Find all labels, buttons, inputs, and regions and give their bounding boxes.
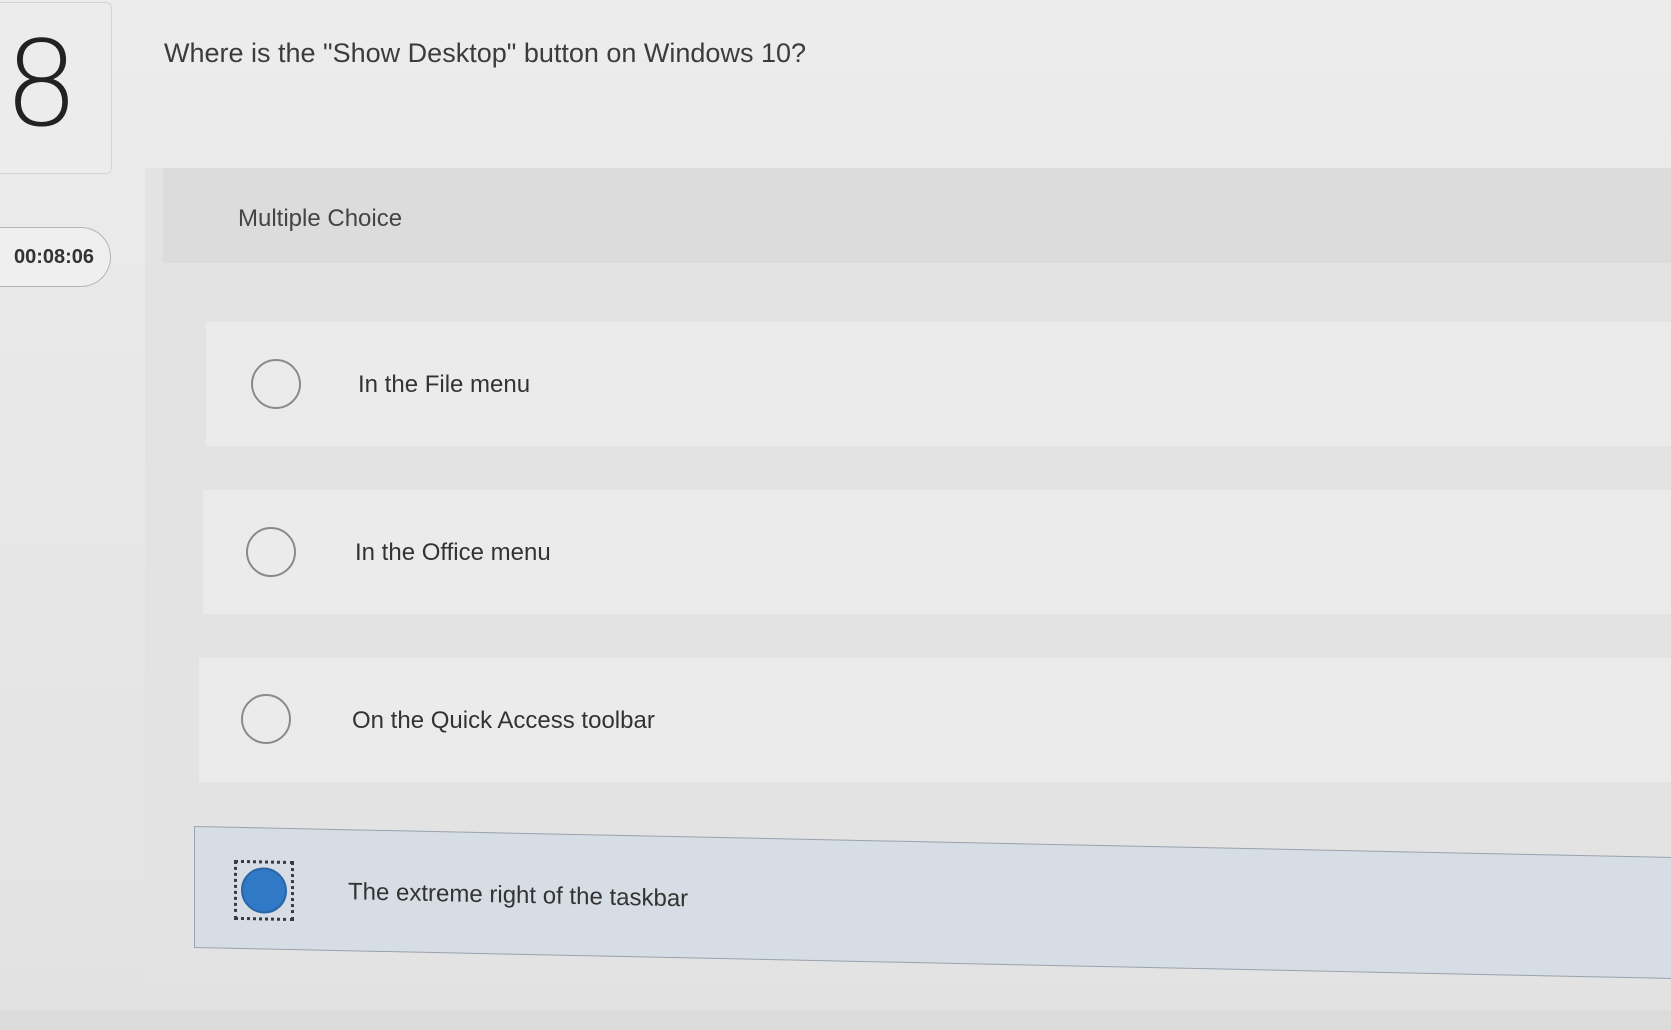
timer[interactable]: 00:08:06 [0, 227, 111, 287]
bottom-edge [0, 1010, 1671, 1030]
question-text: Where is the "Show Desktop" button on Wi… [164, 38, 807, 68]
choice-label: In the File menu [358, 371, 531, 398]
choice-label: The extreme right of the taskbar [348, 878, 689, 913]
choice-label: In the Office menu [355, 539, 551, 566]
question-type-label: Multiple Choice [238, 205, 403, 232]
choice-label: On the Quick Access toolbar [352, 707, 655, 734]
radio-button-unselected[interactable] [251, 359, 301, 409]
question-number-box: 8 [0, 2, 112, 174]
radio-focus-ring[interactable] [234, 859, 294, 922]
choice-option-1[interactable]: In the File menu [206, 322, 1671, 446]
choice-option-2[interactable]: In the Office menu [203, 490, 1671, 614]
question-number: 8 [4, 15, 79, 153]
radio-button-unselected[interactable] [241, 694, 291, 744]
choice-option-3[interactable]: On the Quick Access toolbar [199, 658, 1671, 782]
radio-button-selected[interactable] [241, 866, 287, 914]
quiz-page: 8 00:08:06 Where is the "Show Desktop" b… [0, 0, 1671, 1030]
radio-button-unselected[interactable] [246, 527, 296, 577]
